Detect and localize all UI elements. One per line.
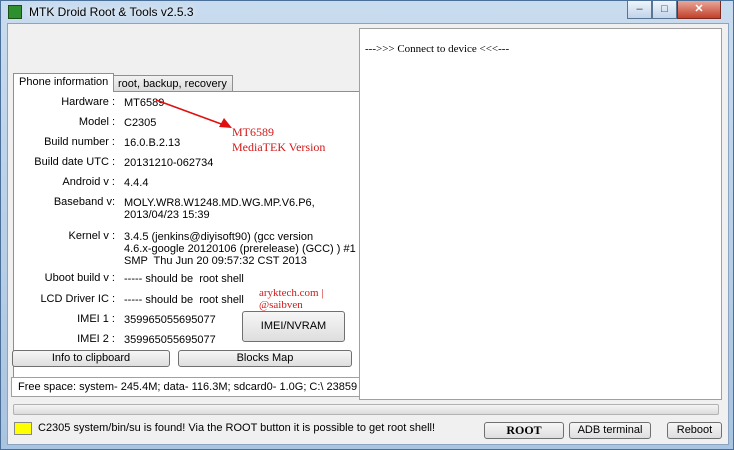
imei1-value: 359965055695077 (124, 314, 216, 326)
model-value: C2305 (124, 117, 157, 129)
annotation-chip: MT6589 (232, 125, 274, 139)
android-version-value: 4.4.4 (124, 177, 149, 189)
app-window: MTK Droid Root & Tools v2.5.3 – □ ✕ Phon… (0, 0, 734, 450)
build-date-label: Build date UTC : (34, 156, 115, 168)
close-button[interactable]: ✕ (677, 1, 721, 19)
build-date-value: 20131210-062734 (124, 157, 214, 169)
lcd-driver-value: ----- should be root shell (124, 294, 244, 306)
adb-terminal-button[interactable]: ADB terminal (569, 422, 651, 439)
phone-info-panel: Hardware : MT6589 Model : C2305 Build nu… (13, 91, 363, 394)
reboot-button[interactable]: Reboot (667, 422, 722, 439)
hardware-label: Hardware : (61, 96, 115, 108)
tab-phone-information[interactable]: Phone information (13, 73, 115, 92)
root-button[interactable]: ROOT (484, 422, 564, 439)
minimize-button[interactable]: – (627, 1, 652, 19)
tab-root-backup-recovery[interactable]: root, backup, recovery (112, 75, 233, 91)
annotation-vendor: MediaTEK Version (232, 140, 326, 154)
baseband-label: Baseband v: (53, 196, 115, 208)
maximize-button[interactable]: □ (652, 1, 677, 19)
status-indicator (14, 422, 32, 435)
status-message: C2305 system/bin/su is found! Via the RO… (38, 422, 436, 434)
client-area: Phone information root, backup, recovery… (7, 23, 729, 445)
free-space-field: Free space: system- 245.4M; data- 116.3M… (11, 377, 363, 397)
model-label: Model : (78, 116, 115, 128)
baseband-value: MOLY.WR8.W1248.MD.WG.MP.V6.P6, 2013/04/2… (124, 197, 315, 221)
imei1-label: IMEI 1 : (77, 313, 115, 325)
build-number-value: 16.0.B.2.13 (124, 137, 181, 149)
imei-nvram-button[interactable]: IMEI/NVRAM (242, 311, 345, 342)
uboot-label: Uboot build v : (44, 272, 115, 284)
kernel-label: Kernel v : (68, 230, 115, 242)
progress-bar (13, 404, 719, 415)
log-panel[interactable]: --->>> Connect to device <<<--- (359, 28, 722, 400)
imei2-value: 359965055695077 (124, 334, 216, 346)
build-number-label: Build number : (44, 136, 115, 148)
lcd-driver-label: LCD Driver IC : (40, 293, 115, 305)
info-to-clipboard-button[interactable]: Info to clipboard (12, 350, 170, 367)
app-icon (8, 5, 22, 19)
log-text: --->>> Connect to device <<<--- (365, 43, 510, 55)
title-bar[interactable]: MTK Droid Root & Tools v2.5.3 – □ ✕ (1, 1, 733, 23)
window-title: MTK Droid Root & Tools v2.5.3 (29, 5, 194, 19)
uboot-value: ----- should be root shell (124, 273, 244, 285)
android-version-label: Android v : (62, 176, 115, 188)
blocks-map-button[interactable]: Blocks Map (178, 350, 352, 367)
watermark-text: aryktech.com | @saibven (259, 287, 324, 311)
imei2-label: IMEI 2 : (77, 333, 115, 345)
kernel-value: 3.4.5 (jenkins@diyisoft90) (gcc version … (124, 231, 356, 267)
arrow-annotation (155, 99, 232, 128)
